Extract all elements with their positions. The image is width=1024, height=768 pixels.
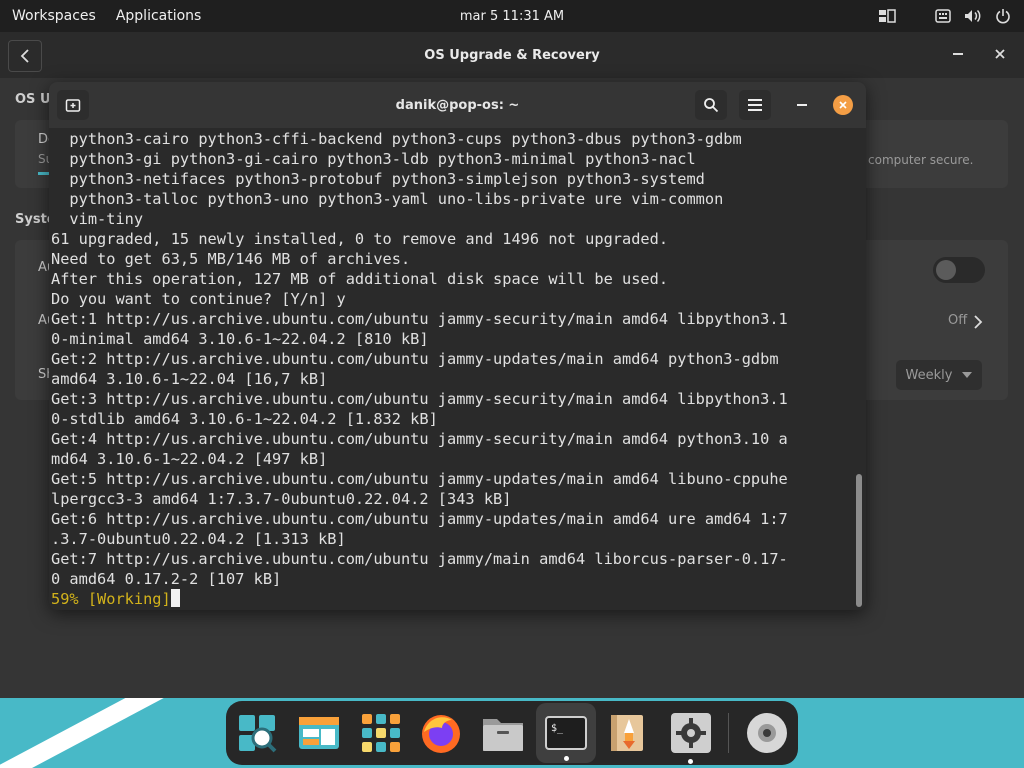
terminal-line: 61 upgraded, 15 newly installed, 0 to re… <box>51 230 669 248</box>
app-grid-icon[interactable] <box>356 708 406 758</box>
dock-separator <box>728 713 729 753</box>
power-icon[interactable] <box>994 7 1012 25</box>
terminal-close-button[interactable] <box>833 95 853 115</box>
terminal-window[interactable]: danik@pop-os: ~ python3-cairo python3-cf… <box>49 82 866 610</box>
back-button[interactable] <box>8 40 42 72</box>
terminal-line: amd64 3.10.6-1~22.04 [16,7 kB] <box>51 370 328 388</box>
keyboard-icon[interactable] <box>934 7 952 25</box>
hamburger-menu-icon <box>748 99 762 111</box>
terminal-line: Get:4 http://us.archive.ubuntu.com/ubunt… <box>51 430 788 448</box>
terminal-title: danik@pop-os: ~ <box>395 97 520 113</box>
minimize-icon <box>953 53 963 55</box>
terminal-scrollbar[interactable] <box>856 474 862 607</box>
chevron-left-icon <box>20 49 29 63</box>
progress-status: 59% [Working] <box>51 590 171 608</box>
terminal-line: Get:1 http://us.archive.ubuntu.com/ubunt… <box>51 310 788 328</box>
row2-value[interactable]: Off <box>948 313 967 328</box>
terminal-line: Get:7 http://us.archive.ubuntu.com/ubunt… <box>51 550 788 568</box>
running-indicator <box>688 759 693 764</box>
settings-icon[interactable] <box>666 708 716 764</box>
terminal-line: vim-tiny <box>51 210 144 228</box>
window-tiling-icon[interactable] <box>878 7 896 25</box>
disc-icon[interactable] <box>742 708 792 758</box>
terminal-line: Get:6 http://us.archive.ubuntu.com/ubunt… <box>51 510 788 528</box>
terminal-header: danik@pop-os: ~ <box>49 82 866 128</box>
terminal-line: lpergcc3-3 amd64 1:7.3.7-0ubuntu0.22.04.… <box>51 490 512 508</box>
terminal-line: md64 3.10.6-1~22.04.2 [497 kB] <box>51 450 328 468</box>
minimize-icon <box>797 103 807 106</box>
terminal-output[interactable]: python3-cairo python3-cffi-backend pytho… <box>49 129 849 609</box>
settings-header: OS Upgrade & Recovery <box>0 32 1024 78</box>
terminal-line: python3-talloc python3-uno python3-yaml … <box>51 190 724 208</box>
chevron-right-icon[interactable] <box>973 315 983 329</box>
files-icon[interactable] <box>478 708 528 758</box>
wallpaper-stripe <box>0 698 210 768</box>
terminal-icon[interactable]: $_ <box>536 703 596 763</box>
terminal-line: 0 amd64 0.17.2-2 [107 kB] <box>51 570 282 588</box>
workspaces-button[interactable]: Workspaces <box>0 8 104 24</box>
terminal-line: Get:2 http://us.archive.ubuntu.com/ubunt… <box>51 350 779 368</box>
shop-icon[interactable] <box>294 708 344 758</box>
top-panel: Workspaces Applications mar 5 11:31 AM <box>0 0 1024 32</box>
close-icon <box>839 101 847 109</box>
terminal-line: python3-netifaces python3-protobuf pytho… <box>51 170 705 188</box>
card-tail-text: computer secure. <box>868 153 974 167</box>
terminal-line: Get:3 http://us.archive.ubuntu.com/ubunt… <box>51 390 788 408</box>
search-app-icon[interactable] <box>232 708 282 758</box>
running-indicator <box>564 756 569 761</box>
terminal-minimize-button[interactable] <box>793 96 811 114</box>
menu-button[interactable] <box>739 90 771 120</box>
terminal-line: 0-stdlib amd64 3.10.6-1~22.04.2 [1.832 k… <box>51 410 438 428</box>
chevron-down-icon <box>962 372 973 378</box>
new-tab-icon <box>65 99 81 112</box>
close-button[interactable] <box>990 44 1010 64</box>
schedule-dropdown[interactable]: Weekly <box>896 360 982 390</box>
terminal-line: Do you want to continue? [Y/n] y <box>51 290 346 308</box>
terminal-cursor <box>170 589 180 607</box>
terminal-line: 0-minimal amd64 3.10.6-1~22.04.2 [810 kB… <box>51 330 429 348</box>
dock: $_ <box>226 701 798 765</box>
terminal-line: Get:5 http://us.archive.ubuntu.com/ubunt… <box>51 470 788 488</box>
applications-button[interactable]: Applications <box>104 8 210 24</box>
firefox-icon[interactable] <box>416 708 466 758</box>
auto-toggle[interactable] <box>933 257 985 283</box>
search-icon <box>704 98 719 113</box>
terminal-line: .3.7-0ubuntu0.22.04.2 [1.313 kB] <box>51 530 346 548</box>
terminal-line: Need to get 63,5 MB/146 MB of archives. <box>51 250 411 268</box>
terminal-line: python3-gi python3-gi-cairo python3-ldb … <box>51 150 696 168</box>
minimize-button[interactable] <box>948 44 968 64</box>
close-icon <box>995 49 1005 59</box>
search-button[interactable] <box>695 90 727 120</box>
new-tab-button[interactable] <box>57 90 89 120</box>
schedule-value: Weekly <box>905 367 953 383</box>
clock[interactable]: mar 5 11:31 AM <box>460 9 564 24</box>
terminal-line: python3-cairo python3-cffi-backend pytho… <box>51 130 742 148</box>
terminal-line: After this operation, 127 MB of addition… <box>51 270 669 288</box>
popsicle-icon[interactable] <box>604 708 654 758</box>
terminal-status-line: 59% [Working] <box>49 589 849 609</box>
volume-icon[interactable] <box>964 7 982 25</box>
settings-title: OS Upgrade & Recovery <box>424 47 600 63</box>
svg-text:$_: $_ <box>551 723 564 734</box>
